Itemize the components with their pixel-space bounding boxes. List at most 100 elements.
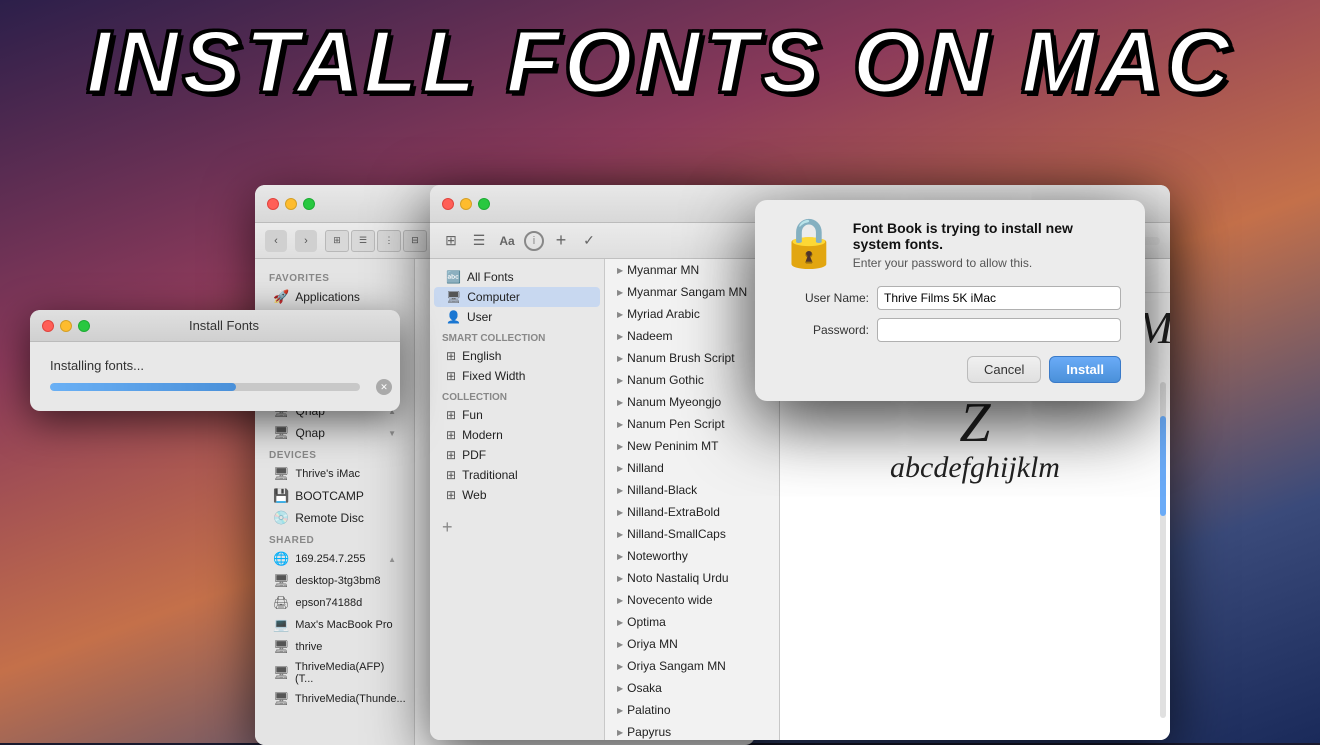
fb-add-collection[interactable]: + <box>430 513 604 542</box>
fb-item-english[interactable]: ⊞ English <box>434 346 600 366</box>
fb-item-user[interactable]: 👤 User <box>434 307 600 327</box>
sidebar-item-epson[interactable]: 🖨 epson74188d <box>259 592 410 614</box>
view-buttons: ⊞ ☰ ⋮ ⊟ <box>325 230 427 252</box>
font-myanmar-mn[interactable]: ▶ Myanmar MN <box>605 259 779 281</box>
finder-maximize[interactable] <box>303 198 315 210</box>
preview-line3: Z <box>959 395 990 451</box>
font-nanum-myeongjo[interactable]: ▶ Nanum Myeongjo <box>605 391 779 413</box>
forward-button[interactable]: › <box>295 230 317 252</box>
font-nilland-smallcaps[interactable]: ▶ Nilland-SmallCaps <box>605 523 779 545</box>
fb-maximize[interactable] <box>478 198 490 210</box>
font-novecento[interactable]: ▶ Novecento wide <box>605 589 779 611</box>
font-noto-nastaliq[interactable]: ▶ Noto Nastaliq Urdu <box>605 567 779 589</box>
col-view-btn[interactable]: ⋮ <box>377 230 401 252</box>
finder-close[interactable] <box>267 198 279 210</box>
applications-icon: 🚀 <box>273 289 289 305</box>
fb-item-computer[interactable]: 🖥 Computer <box>434 287 600 307</box>
fb-grid-icon[interactable]: ⊞ <box>440 230 462 252</box>
font-nanum-pen[interactable]: ▶ Nanum Pen Script <box>605 413 779 435</box>
font-nanum-brush[interactable]: ▶ Nanum Brush Script <box>605 347 779 369</box>
pdf-icon: ⊞ <box>446 448 456 462</box>
sidebar-item-ip[interactable]: 🌐 169.254.7.255 ▲ <box>259 548 410 570</box>
fb-item-pdf[interactable]: ⊞ PDF <box>434 445 600 465</box>
fb-item-modern[interactable]: ⊞ Modern <box>434 425 600 445</box>
user-icon: 👤 <box>446 310 461 324</box>
shared-header: Shared <box>255 529 414 548</box>
install-dialog-titlebar: Install Fonts <box>30 310 400 342</box>
computer-icon: 🖥 <box>446 290 461 304</box>
lock-icon: 🔒 <box>779 220 839 268</box>
cancel-button[interactable]: Cancel <box>967 356 1041 383</box>
font-nadeem[interactable]: ▶ Nadeem <box>605 325 779 347</box>
fb-add-icon[interactable]: + <box>550 230 572 252</box>
fb-font-icon[interactable]: Aa <box>496 230 518 252</box>
username-input[interactable] <box>877 286 1121 310</box>
fb-item-fun[interactable]: ⊞ Fun <box>434 405 600 425</box>
allfonts-icon: 🔤 <box>446 270 461 284</box>
pwd-header: 🔒 Font Book is trying to install new sys… <box>779 220 1121 270</box>
preview-scrollbar-thumb[interactable] <box>1160 416 1166 517</box>
sidebar-item-desktop[interactable]: 🖥 desktop-3tg3bm8 <box>259 570 410 592</box>
password-label: Password: <box>779 323 869 337</box>
fb-item-allfonts[interactable]: 🔤 All Fonts <box>434 267 600 287</box>
icon-view-btn[interactable]: ⊞ <box>325 230 349 252</box>
cancel-progress-button[interactable]: ✕ <box>376 379 392 395</box>
fb-item-web[interactable]: ⊞ Web <box>434 485 600 505</box>
font-noteworthy[interactable]: ▶ Noteworthy <box>605 545 779 567</box>
font-optima[interactable]: ▶ Optima <box>605 611 779 633</box>
fb-info-icon[interactable]: i <box>524 231 544 251</box>
coverflow-btn[interactable]: ⊟ <box>403 230 427 252</box>
page-title: INSTALL FONTS ON MAC <box>86 12 1233 111</box>
sidebar-item-macbook[interactable]: 💻 Max's MacBook Pro <box>259 614 410 636</box>
fontbook-mid-panel: ▶ Myanmar MN ▶ Myanmar Sangam MN ▶ Myria… <box>605 259 780 740</box>
fb-list-icon[interactable]: ☰ <box>468 230 490 252</box>
font-nilland-black[interactable]: ▶ Nilland-Black <box>605 479 779 501</box>
password-input[interactable] <box>877 318 1121 342</box>
username-row: User Name: <box>779 286 1121 310</box>
fb-item-traditional[interactable]: ⊞ Traditional <box>434 465 600 485</box>
sidebar-item-applications[interactable]: 🚀 Applications <box>259 286 410 308</box>
favorites-header: Favorites <box>255 267 414 286</box>
smart-collection-header: Smart Collection <box>430 327 604 346</box>
font-oriya-mn[interactable]: ▶ Oriya MN <box>605 633 779 655</box>
sidebar-item-thrivemedia-thunde[interactable]: 🖥 ThriveMedia(Thunde... <box>259 688 410 710</box>
fb-minimize[interactable] <box>460 198 472 210</box>
password-row: Password: <box>779 318 1121 342</box>
sidebar-item-thrivemedia-afp[interactable]: 🖥 ThriveMedia(AFP)(T... <box>259 658 410 688</box>
sidebar-item-thrive[interactable]: 🖥 thrive <box>259 636 410 658</box>
preview-scrollbar[interactable] <box>1160 382 1166 717</box>
fun-icon: ⊞ <box>446 408 456 422</box>
progress-bar-bg <box>50 383 360 391</box>
font-papyrus[interactable]: ▶ Papyrus <box>605 721 779 740</box>
finder-minimize[interactable] <box>285 198 297 210</box>
font-oriya-sangam[interactable]: ▶ Oriya Sangam MN <box>605 655 779 677</box>
font-myanmar-sangam[interactable]: ▶ Myanmar Sangam MN <box>605 281 779 303</box>
desktop-icon: 🖥 <box>273 573 290 589</box>
sidebar-item-remote-disc[interactable]: 💿 Remote Disc <box>259 507 410 529</box>
font-osaka[interactable]: ▶ Osaka <box>605 677 779 699</box>
collection-header: Collection <box>430 386 604 405</box>
installing-status: Installing fonts... <box>50 358 380 373</box>
font-new-peninim[interactable]: ▶ New Peninim MT <box>605 435 779 457</box>
ip-icon: 🌐 <box>273 551 289 567</box>
font-nilland-extrabold[interactable]: ▶ Nilland-ExtraBold <box>605 501 779 523</box>
list-view-btn[interactable]: ☰ <box>351 230 375 252</box>
fb-item-fixed-width[interactable]: ⊞ Fixed Width <box>434 366 600 386</box>
font-nilland[interactable]: ▶ Nilland <box>605 457 779 479</box>
close-button[interactable] <box>42 320 54 332</box>
font-nanum-gothic[interactable]: ▶ Nanum Gothic <box>605 369 779 391</box>
font-myriad-arabic[interactable]: ▶ Myriad Arabic <box>605 303 779 325</box>
sidebar-item-qnap2[interactable]: 🖥 Qnap ▼ <box>259 422 410 444</box>
font-palatino[interactable]: ▶ Palatino <box>605 699 779 721</box>
sidebar-item-thrives-imac[interactable]: 🖥 Thrive's iMac <box>259 463 410 485</box>
fb-close[interactable] <box>442 198 454 210</box>
username-label: User Name: <box>779 291 869 305</box>
sidebar-item-bootcamp[interactable]: 💾 BOOTCAMP <box>259 485 410 507</box>
thrivemedia-afp-icon: 🖥 <box>273 665 289 681</box>
install-button[interactable]: Install <box>1049 356 1121 383</box>
back-button[interactable]: ‹ <box>265 230 287 252</box>
preview-line4: abcdefghijklm <box>890 451 1060 485</box>
web-icon: ⊞ <box>446 488 456 502</box>
fb-check-icon[interactable]: ✓ <box>578 230 600 252</box>
devices-header: Devices <box>255 444 414 463</box>
